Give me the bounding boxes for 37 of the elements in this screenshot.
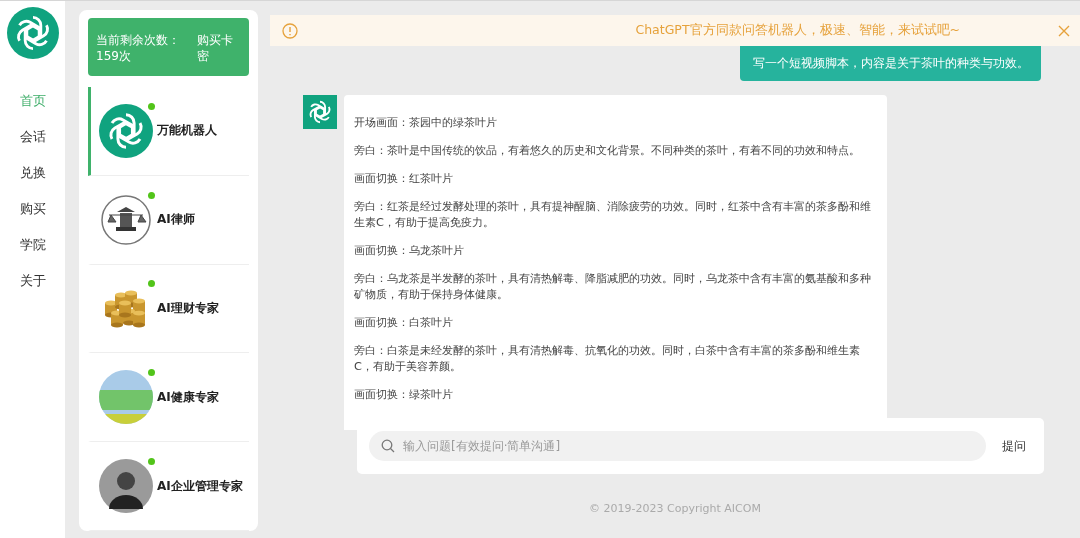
reply-paragraph: 旁白：白茶是未经发酵的茶叶，具有清热解毒、抗氧化的功效。同时，白茶中含有丰富的茶多酚和维生素C，有助于美容养颜。 [354, 343, 861, 375]
copyright-footer: © 2019-2023 Copyright AICOM [270, 502, 1080, 515]
reply-paragraph: 画面切换：白茶叶片 [354, 315, 454, 331]
user-message: 写一个短视频脚本，内容是关于茶叶的种类与功效。 [740, 46, 1041, 81]
nav-item[interactable]: 关于 [0, 263, 65, 299]
reply-paragraph: 开场画面：茶园中的绿茶叶片 [354, 115, 498, 131]
photo-placeholder [99, 370, 153, 425]
reply-paragraph: 画面切换：红茶叶片 [354, 171, 454, 187]
bot-name: AI理财专家 [157, 300, 219, 317]
bot-item[interactable]: AI健康专家 [88, 353, 249, 443]
info-icon [282, 22, 298, 39]
bot-item[interactable]: AI理财专家 [88, 264, 249, 354]
notice-text: ChatGPT官方同款问答机器人，极速、智能，来试试吧~ [634, 22, 961, 39]
nav-item[interactable]: 学院 [0, 227, 65, 263]
scales-icon [99, 192, 153, 247]
bot-name: 万能机器人 [157, 122, 217, 140]
avatar-silhouette [99, 459, 153, 514]
reply-paragraph: 画面切换：乌龙茶叶片 [354, 243, 465, 259]
bot-avatar-icon [303, 95, 337, 129]
bot-item[interactable]: AI企业管理专家 [88, 442, 249, 531]
nav-item[interactable]: 购买 [0, 191, 65, 227]
bot-name: AI企业管理专家 [157, 477, 243, 495]
question-input-field[interactable]: 输入问题[有效提问·简单沟通] [369, 431, 986, 461]
reply-paragraph: 旁白：茶叶是中国传统的饮品，有着悠久的历史和文化背景。不同种类的茶叶，有着不同的功效和特点。 [354, 143, 861, 159]
bot-item[interactable]: AI律师 [88, 175, 249, 265]
close-icon[interactable] [1058, 24, 1070, 37]
nav-item[interactable]: 会话 [0, 119, 65, 155]
reply-paragraph: 画面切换：绿茶叶片 [354, 387, 454, 403]
ask-button[interactable]: 提问 [996, 436, 1032, 456]
nav-item[interactable]: 兑换 [0, 155, 65, 191]
reply-paragraph: 旁白：红茶是经过发酵处理的茶叶，具有提神醒脑、消除疲劳的功效。同时，红茶中含有丰富的茶多酚和维生素C，有助于提高免疫力。 [354, 199, 872, 231]
reply-paragraph: 旁白：乌龙茶是半发酵的茶叶，具有清热解毒、降脂减肥的功效。同时，乌龙茶中含有丰富的氨基酸和多种矿物质，有助于保持身体健康。 [354, 271, 872, 303]
remaining-count: 当前剩余次数：159次 [96, 32, 181, 62]
bot-name: AI律师 [157, 211, 195, 229]
search-icon [381, 439, 395, 453]
bot-item[interactable]: 万能机器人 [88, 87, 249, 176]
bot-name: AI健康专家 [157, 388, 219, 406]
